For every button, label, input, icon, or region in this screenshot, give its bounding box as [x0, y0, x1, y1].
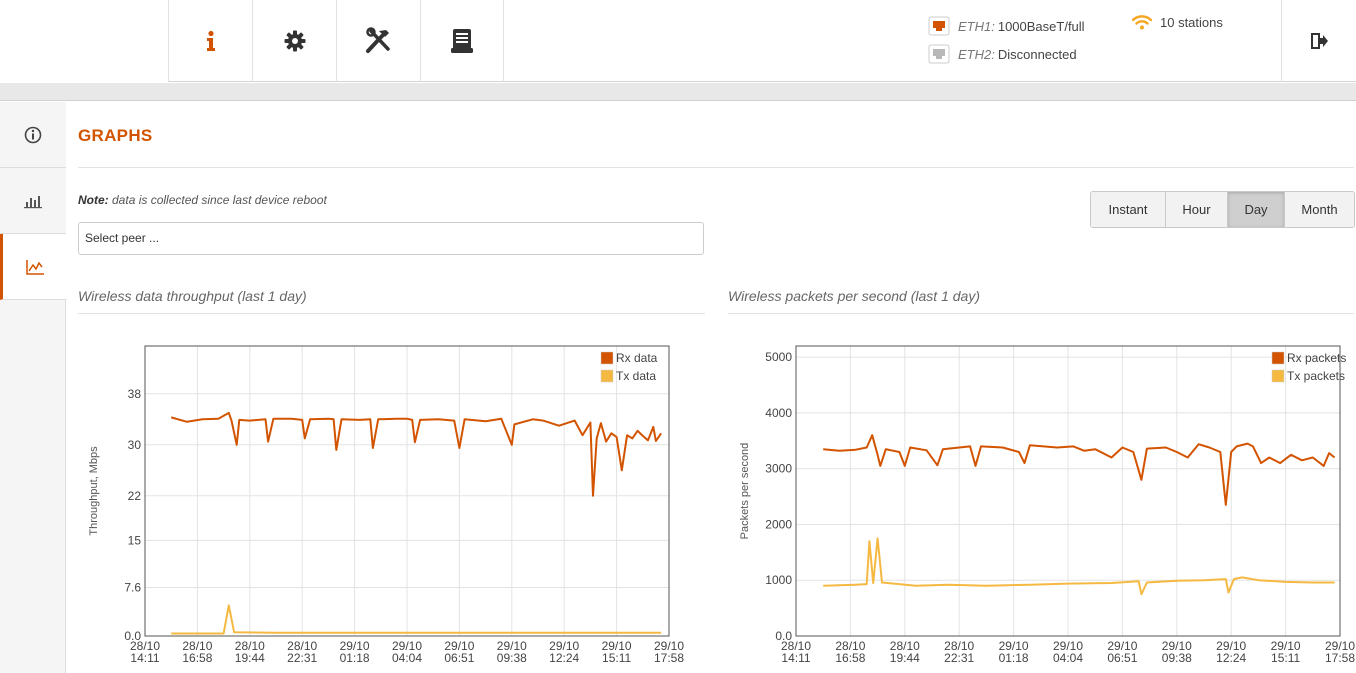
x-tick-label-time: 17:58: [654, 651, 684, 665]
y-axis-label: Packets per second: [739, 443, 751, 540]
y-axis-label: Throughput, Mbps: [88, 446, 100, 536]
x-tick-label-time: 04:04: [392, 651, 422, 665]
period-month-button[interactable]: Month: [1284, 192, 1354, 227]
logo-area: [0, 0, 168, 82]
header-separator: [0, 83, 1356, 101]
stations-count: 10 stations: [1160, 14, 1223, 30]
eth1-status: ETH1: 1000BaseT/full: [918, 12, 1085, 40]
x-tick-label-time: 14:11: [130, 651, 159, 665]
y-tick-label: 38: [128, 387, 142, 401]
x-tick-label-time: 04:04: [1053, 651, 1083, 665]
eth1-port-icon: [928, 16, 950, 36]
period-hour-button[interactable]: Hour: [1165, 192, 1227, 227]
legend-swatch: [600, 369, 614, 383]
y-tick-label: 1000: [765, 573, 792, 587]
eth2-status: ETH2: Disconnected: [918, 40, 1085, 68]
eth1-label: ETH1:: [958, 18, 995, 34]
x-tick-label-time: 01:18: [999, 651, 1029, 665]
y-tick-label: 22: [128, 489, 142, 503]
peer-select[interactable]: Select peer ...: [78, 222, 704, 255]
legend-label: Rx data: [616, 351, 658, 365]
x-tick-label-time: 14:11: [781, 651, 810, 665]
y-tick-label: 30: [128, 438, 142, 452]
logout-button[interactable]: [1281, 0, 1356, 82]
sidebar-item-status[interactable]: [0, 102, 66, 168]
title-divider: [78, 167, 1354, 168]
status-icon: [24, 126, 42, 143]
tools-icon: [365, 27, 390, 53]
note-text: data is collected since last device rebo…: [108, 193, 327, 207]
router-icon: [451, 29, 473, 53]
legend-label: Rx packets: [1287, 351, 1346, 365]
legend-label: Tx packets: [1287, 369, 1345, 383]
y-tick-label: 4000: [765, 406, 792, 420]
y-tick-label: 0.0: [775, 629, 792, 643]
x-tick-label-time: 22:31: [944, 651, 974, 665]
x-tick-label-time: 12:24: [1216, 651, 1246, 665]
y-tick-label: 15: [128, 533, 142, 547]
period-day-button[interactable]: Day: [1227, 192, 1284, 227]
info-icon: [206, 30, 215, 51]
x-tick-label-time: 19:44: [235, 651, 265, 665]
nav-info-button[interactable]: [168, 0, 252, 82]
throughput-graph-title: Wireless data throughput (last 1 day): [78, 288, 307, 304]
eth1-value: 1000BaseT/full: [997, 18, 1085, 34]
ethernet-status: ETH1: 1000BaseT/full ETH2: Disconnected: [918, 12, 1085, 68]
wireless-stations[interactable]: 10 stations: [1132, 14, 1223, 30]
throughput-title-divider: [78, 313, 705, 314]
x-tick-label-time: 16:58: [182, 651, 212, 665]
eth2-label: ETH2:: [958, 46, 995, 62]
x-tick-label-time: 12:24: [549, 651, 579, 665]
x-tick-label-time: 22:31: [287, 651, 317, 665]
x-tick-label-time: 15:11: [602, 651, 631, 665]
period-instant-button[interactable]: Instant: [1091, 192, 1165, 227]
nav-device-button[interactable]: [420, 0, 504, 82]
info-note: Note: data is collected since last devic…: [78, 193, 327, 207]
sidebar: [0, 102, 67, 673]
wifi-icon: [1132, 15, 1152, 30]
legend-swatch: [1271, 351, 1285, 365]
packets-title-divider: [728, 313, 1354, 314]
x-tick-label-time: 09:38: [497, 651, 527, 665]
top-bar: ETH1: 1000BaseT/full ETH2: Disconnected …: [0, 0, 1356, 82]
x-tick-label-time: 06:51: [444, 651, 474, 665]
x-tick-label-time: 17:58: [1325, 651, 1355, 665]
y-tick-label: 5000: [765, 350, 792, 364]
y-tick-label: 3000: [765, 462, 792, 476]
x-tick-label-time: 16:58: [835, 651, 865, 665]
note-label: Note:: [78, 193, 109, 207]
nav-settings-button[interactable]: [252, 0, 336, 82]
y-tick-label: 0.0: [124, 629, 141, 643]
eth2-value: Disconnected: [997, 46, 1077, 62]
sidebar-item-graphs[interactable]: [0, 234, 67, 300]
graph-line-icon: [26, 259, 44, 275]
y-tick-label: 7.6: [124, 581, 141, 595]
top-nav: [168, 0, 504, 82]
period-selector: Instant Hour Day Month: [1090, 191, 1355, 228]
throughput-chart: 28/1014:1128/1016:5828/1019:4428/1022:31…: [88, 345, 684, 665]
x-tick-label-time: 15:11: [1271, 651, 1300, 665]
x-tick-label-time: 19:44: [890, 651, 920, 665]
packets-graph-title: Wireless packets per second (last 1 day): [728, 288, 980, 304]
stats-bar-icon: [24, 195, 42, 208]
legend-swatch: [1271, 369, 1285, 383]
app-root: ETH1: 1000BaseT/full ETH2: Disconnected …: [0, 0, 1356, 673]
x-tick-label-time: 09:38: [1162, 651, 1192, 665]
legend-swatch: [600, 351, 614, 365]
y-tick-label: 2000: [765, 517, 792, 531]
packets-chart: 28/1014:1128/1016:5828/1019:4428/1022:31…: [739, 345, 1355, 665]
eth2-port-icon: [928, 44, 950, 64]
gear-icon: [284, 30, 305, 52]
page-title: GRAPHS: [78, 126, 153, 145]
x-tick-label-time: 01:18: [340, 651, 370, 665]
logout-icon: [1311, 33, 1328, 49]
x-tick-label-time: 06:51: [1107, 651, 1137, 665]
sidebar-item-statistics[interactable]: [0, 168, 66, 234]
legend-label: Tx data: [616, 369, 656, 383]
nav-tools-button[interactable]: [336, 0, 420, 82]
